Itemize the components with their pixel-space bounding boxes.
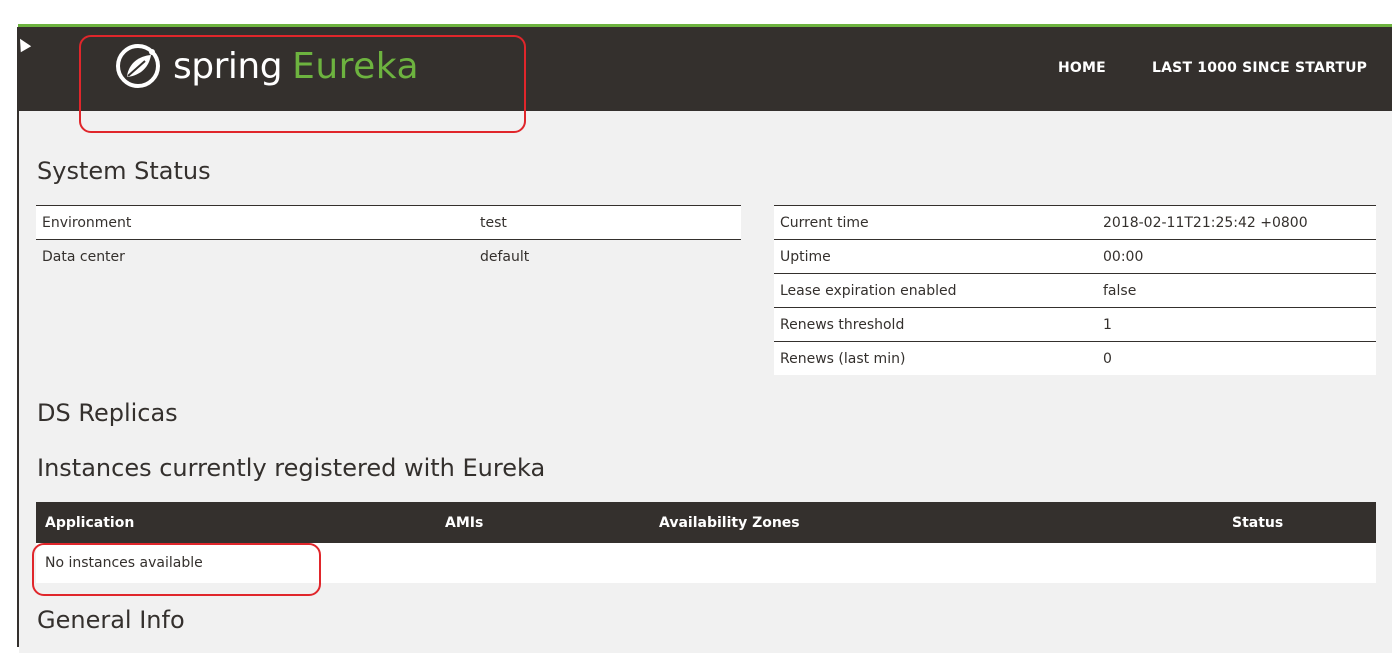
ds-replicas-heading: DS Replicas	[37, 399, 178, 427]
status-key: Uptime	[774, 239, 1097, 274]
highlight-box-no-instances	[32, 543, 321, 596]
status-value: default	[474, 239, 741, 273]
table-header-row: Application AMIs Availability Zones Stat…	[36, 502, 1376, 543]
status-value: 00:00	[1097, 239, 1376, 274]
status-key: Renews (last min)	[774, 341, 1097, 375]
nav-last-1000-link[interactable]: LAST 1000 SINCE STARTUP	[1152, 60, 1367, 76]
table-row: Lease expiration enabled false	[774, 273, 1376, 308]
status-key: Environment	[36, 205, 474, 240]
instances-heading: Instances currently registered with Eure…	[37, 454, 546, 482]
status-value: false	[1097, 273, 1376, 308]
status-value: test	[474, 205, 741, 240]
status-key: Lease expiration enabled	[774, 273, 1097, 308]
top-strip	[0, 0, 1392, 24]
column-header-amis: AMIs	[436, 502, 650, 543]
table-row: Renews threshold 1	[774, 307, 1376, 342]
table-row: Data center default	[36, 239, 741, 273]
status-key: Renews threshold	[774, 307, 1097, 342]
table-row: Uptime 00:00	[774, 239, 1376, 274]
column-header-availability-zones: Availability Zones	[650, 502, 1223, 543]
status-key: Current time	[774, 205, 1097, 240]
highlight-box-logo	[79, 35, 526, 133]
system-status-heading: System Status	[37, 157, 211, 185]
system-status-right-table: Current time 2018-02-11T21:25:42 +0800 U…	[774, 205, 1376, 375]
status-key: Data center	[36, 239, 474, 273]
status-value: 0	[1097, 341, 1376, 375]
table-row: Renews (last min) 0	[774, 341, 1376, 375]
column-header-application: Application	[36, 502, 436, 543]
status-value: 1	[1097, 307, 1376, 342]
status-value: 2018-02-11T21:25:42 +0800	[1097, 205, 1376, 240]
column-header-status: Status	[1223, 502, 1376, 543]
table-row: Environment test	[36, 205, 741, 240]
system-status-left-table: Environment test Data center default	[36, 205, 741, 273]
general-info-heading: General Info	[37, 606, 185, 634]
table-row: Current time 2018-02-11T21:25:42 +0800	[774, 205, 1376, 240]
nav-home-link[interactable]: HOME	[1058, 60, 1106, 76]
